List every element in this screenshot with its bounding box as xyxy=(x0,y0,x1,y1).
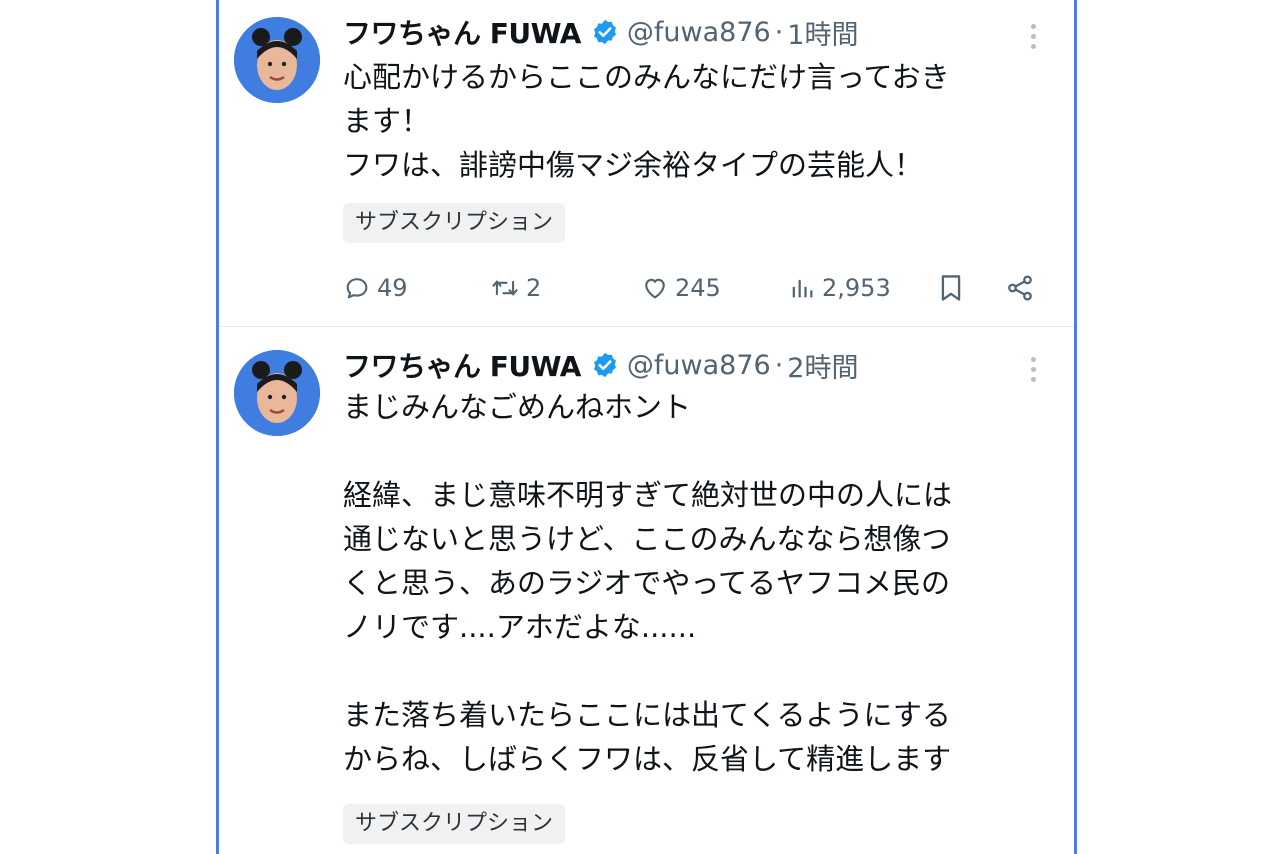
subscription-badge[interactable]: サブスクリプション xyxy=(343,804,566,844)
heart-icon xyxy=(641,274,669,302)
reply-count: 49 xyxy=(377,274,408,302)
timestamp[interactable]: 2時間 xyxy=(787,346,858,385)
handle[interactable]: @fuwa876 xyxy=(627,350,771,381)
like-button[interactable]: 245 xyxy=(641,268,721,308)
more-vertical-icon[interactable] xyxy=(1031,357,1039,387)
retweet-button[interactable]: 2 xyxy=(490,268,541,308)
like-count: 245 xyxy=(675,274,721,302)
tweet[interactable]: フワちゃん FUWA @fuwa876 · 1時間 心配かけるからここのみんなに… xyxy=(219,0,1074,327)
handle[interactable]: @fuwa876 xyxy=(627,17,771,48)
subscription-badge[interactable]: サブスクリプション xyxy=(343,203,566,243)
timeline-feed: フワちゃん FUWA @fuwa876 · 1時間 心配かけるからここのみんなに… xyxy=(219,0,1074,854)
timestamp[interactable]: 1時間 xyxy=(787,13,858,52)
tweet-header: フワちゃん FUWA @fuwa876 · 2時間 xyxy=(343,345,1054,385)
verified-badge-icon xyxy=(591,18,619,46)
views-count: 2,953 xyxy=(822,274,891,302)
retweet-count: 2 xyxy=(526,274,542,302)
tweet[interactable]: フワちゃん FUWA @fuwa876 · 2時間 まじみんなごめんねホント 経… xyxy=(219,328,1074,854)
display-name[interactable]: フワちゃん FUWA xyxy=(343,345,581,385)
avatar[interactable] xyxy=(234,350,320,436)
separator: · xyxy=(774,16,784,48)
frame-border-right xyxy=(1074,0,1077,854)
reply-icon xyxy=(343,274,371,302)
tweet-actions: 49 2 245 2,953 xyxy=(343,268,1043,308)
views-icon xyxy=(788,274,816,302)
share-button[interactable] xyxy=(1005,268,1035,308)
tweet-header: フワちゃん FUWA @fuwa876 · 1時間 xyxy=(343,12,1054,52)
retweet-icon xyxy=(490,274,520,302)
verified-badge-icon xyxy=(591,351,619,379)
views-button[interactable]: 2,953 xyxy=(788,268,891,308)
reply-button[interactable]: 49 xyxy=(343,268,408,308)
separator: · xyxy=(774,349,784,381)
tweet-text: 心配かけるからここのみんなにだけ言っておき ます！ フワは、誹謗中傷マジ余裕タイ… xyxy=(343,60,950,182)
display-name[interactable]: フワちゃん FUWA xyxy=(343,12,581,52)
avatar[interactable] xyxy=(234,17,320,103)
more-vertical-icon[interactable] xyxy=(1031,24,1039,54)
bookmark-button[interactable] xyxy=(937,268,965,308)
bookmark-icon xyxy=(937,273,965,303)
share-icon xyxy=(1005,273,1035,303)
tweet-text: まじみんなごめんねホント 経緯、まじ意味不明すぎて絶対世の中の人には 通じないと… xyxy=(343,390,953,776)
